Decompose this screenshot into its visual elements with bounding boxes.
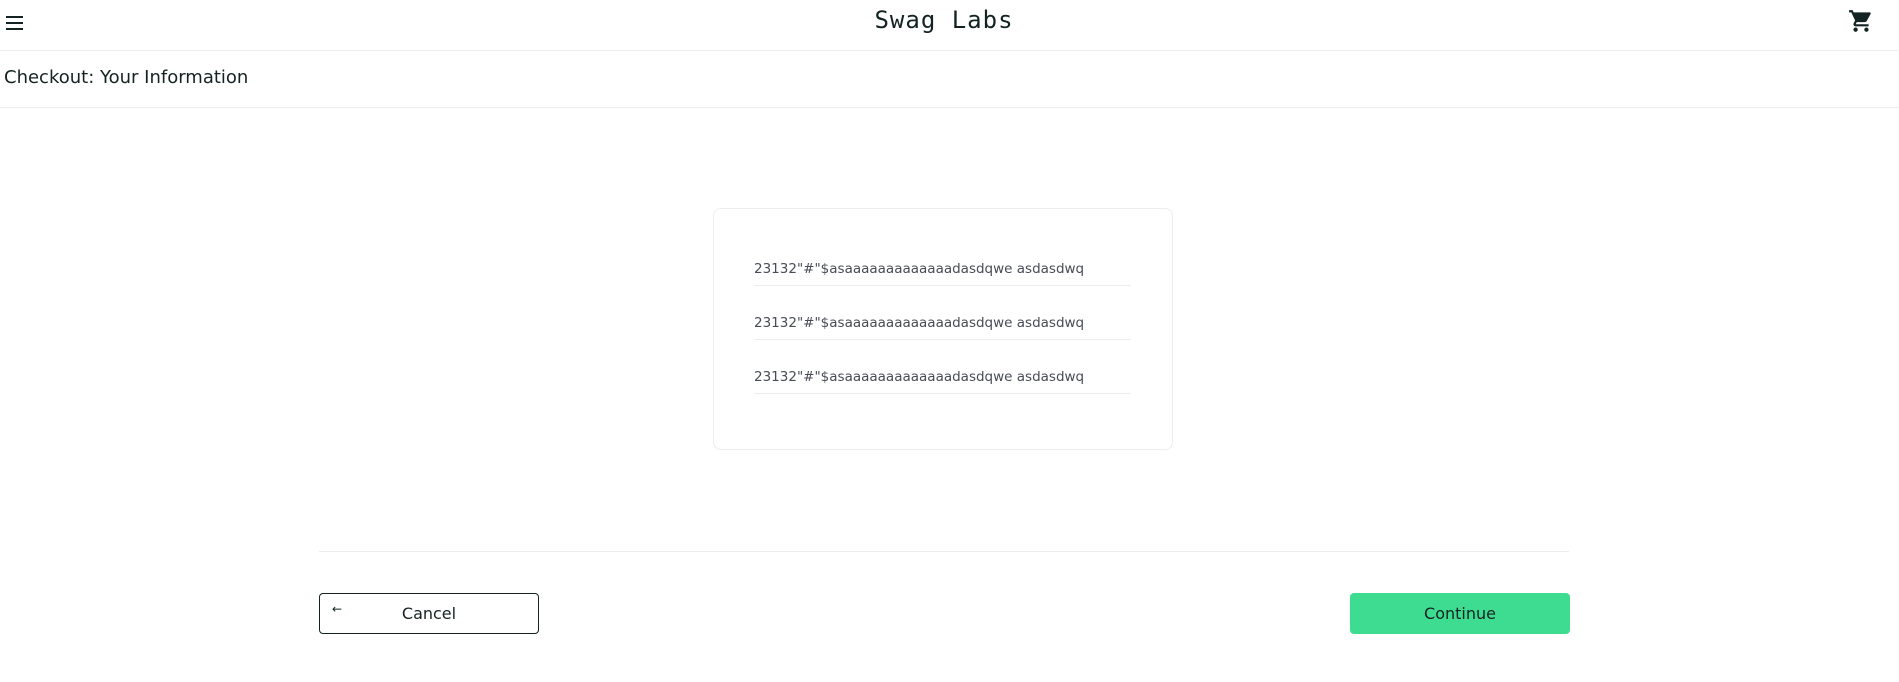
arrow-left-icon: ← — [332, 602, 343, 616]
page-title: Checkout: Your Information — [4, 67, 249, 88]
cancel-button[interactable]: ← Cancel — [319, 593, 539, 634]
cart-icon-graphic — [1849, 10, 1871, 32]
first-name-input[interactable] — [754, 252, 1131, 286]
continue-button-label: Continue — [1424, 604, 1496, 623]
continue-button[interactable]: Continue — [1350, 593, 1570, 634]
primary-header: Swag Labs — [0, 0, 1899, 51]
app-logo: Swag Labs — [874, 6, 1014, 34]
checkout-info-form — [713, 208, 1173, 450]
cancel-button-label: Cancel — [401, 604, 457, 623]
cart-icon[interactable] — [1848, 8, 1874, 34]
secondary-header: Checkout: Your Information — [0, 51, 1899, 108]
postal-code-input[interactable] — [754, 360, 1131, 394]
last-name-input[interactable] — [754, 306, 1131, 340]
footer-divider — [319, 551, 1569, 552]
